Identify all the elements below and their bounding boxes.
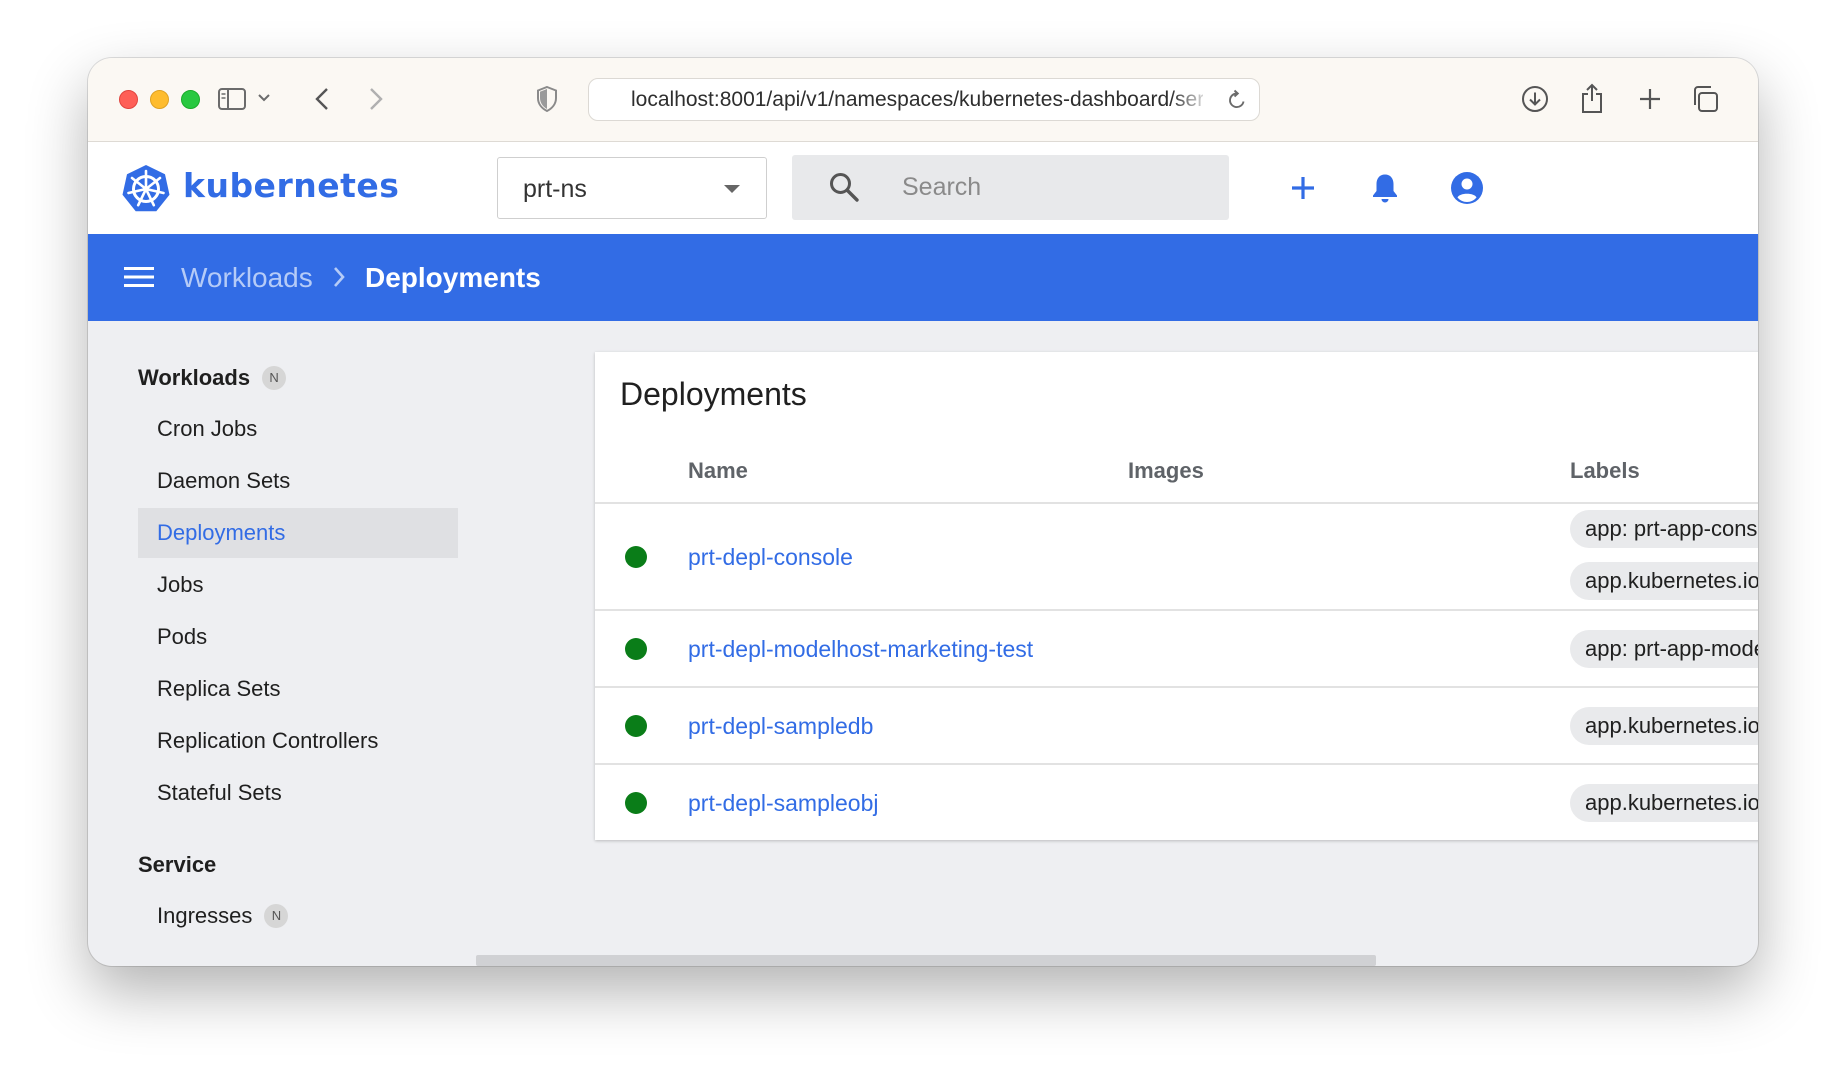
- sidebar-item-pods[interactable]: Pods: [138, 612, 458, 662]
- browser-toolbar: localhost:8001/api/v1/namespaces/kuberne…: [88, 58, 1758, 142]
- status-ok-icon: [625, 546, 647, 568]
- status-ok-icon: [625, 792, 647, 814]
- url-text: localhost:8001/api/v1/namespaces/kuberne…: [631, 88, 1203, 111]
- create-resource-button[interactable]: [1281, 166, 1325, 210]
- sidebar-item-replica-sets[interactable]: Replica Sets: [138, 664, 458, 714]
- forward-icon[interactable]: [364, 84, 388, 114]
- brand-name[interactable]: kubernetes: [183, 166, 399, 205]
- breadcrumb-workloads[interactable]: Workloads: [181, 234, 313, 321]
- search-input[interactable]: [902, 155, 1202, 220]
- sidebar-item-cron-jobs[interactable]: Cron Jobs: [138, 404, 458, 454]
- breadcrumb-current: Deployments: [365, 262, 541, 293]
- deployment-link[interactable]: prt-depl-sampledb: [688, 713, 873, 740]
- table-row: prt-depl-sampledb app.kubernetes.io/mana…: [595, 688, 1758, 765]
- nav-heading-service[interactable]: Service: [138, 852, 216, 878]
- share-icon[interactable]: [1576, 79, 1608, 117]
- label-chip: app.kubernetes.io/managed-by: Helm: [1570, 707, 1758, 745]
- card-title: Deployments: [620, 376, 807, 412]
- search-icon: [828, 171, 860, 208]
- minimize-window-button[interactable]: [150, 90, 169, 109]
- notifications-button[interactable]: [1363, 166, 1407, 210]
- table-row: prt-depl-modelhost-marketing-test app: p…: [595, 611, 1758, 688]
- deployment-link[interactable]: prt-depl-sampleobj: [688, 790, 878, 817]
- label-chip: app.kubernetes.io/managed-by: Helm: [1570, 784, 1758, 822]
- user-account-button[interactable]: [1445, 166, 1489, 210]
- label-chip: app: prt-app-console: [1570, 510, 1758, 548]
- sidebar-item-ingresses[interactable]: Ingresses N: [138, 891, 458, 941]
- column-header-labels: Labels: [1570, 458, 1640, 483]
- label-chip: app: prt-app-modelhost-marketing-test: [1570, 630, 1758, 668]
- sidebar-item-jobs[interactable]: Jobs: [138, 560, 458, 610]
- column-header-name[interactable]: Name: [688, 458, 748, 484]
- deployment-link[interactable]: prt-depl-modelhost-marketing-test: [688, 636, 1033, 663]
- sidebar-item-replication-controllers[interactable]: Replication Controllers: [138, 716, 458, 766]
- new-tab-icon[interactable]: [1634, 83, 1666, 115]
- menu-icon[interactable]: [124, 265, 154, 294]
- privacy-shield-icon[interactable]: [534, 84, 560, 114]
- deployment-link[interactable]: prt-depl-console: [688, 544, 853, 571]
- sidebar-item-stateful-sets[interactable]: Stateful Sets: [138, 768, 458, 818]
- namespace-value: prt-ns: [523, 175, 587, 203]
- column-header-images: Images: [1128, 458, 1204, 483]
- sidebar-item-deployments[interactable]: Deployments: [138, 508, 458, 558]
- sidebar-item-label: Ingresses: [157, 903, 253, 928]
- app-header: kubernetes prt-ns: [88, 142, 1758, 234]
- back-icon[interactable]: [310, 84, 334, 114]
- nav-heading-label: Service: [138, 852, 217, 877]
- dropdown-arrow-icon: [724, 185, 740, 193]
- downloads-icon[interactable]: [1518, 82, 1552, 116]
- table-row: prt-depl-sampleobj app.kubernetes.io/man…: [595, 765, 1758, 840]
- account-icon: [1451, 172, 1483, 204]
- bell-icon: [1373, 174, 1397, 203]
- sidebar-item-daemon-sets[interactable]: Daemon Sets: [138, 456, 458, 506]
- status-ok-icon: [625, 715, 647, 737]
- kubernetes-logo-icon[interactable]: [122, 164, 170, 217]
- address-bar[interactable]: localhost:8001/api/v1/namespaces/kuberne…: [588, 78, 1260, 121]
- new-badge: N: [262, 366, 287, 390]
- tab-overview-icon[interactable]: [1688, 82, 1722, 116]
- close-window-button[interactable]: [119, 90, 138, 109]
- horizontal-scrollbar[interactable]: [476, 955, 1376, 966]
- browser-window: localhost:8001/api/v1/namespaces/kuberne…: [88, 58, 1758, 966]
- reload-icon[interactable]: [1227, 89, 1247, 116]
- sidebar-toggle-icon[interactable]: [216, 81, 248, 117]
- status-ok-icon: [625, 638, 647, 660]
- deployments-card: Deployments Name Images Labels prt-depl-…: [595, 352, 1758, 840]
- namespace-selector[interactable]: prt-ns: [497, 157, 767, 219]
- nav-heading-label: Workloads: [138, 365, 251, 390]
- nav-heading-workloads[interactable]: Workloads N: [138, 365, 287, 391]
- zoom-window-button[interactable]: [181, 90, 200, 109]
- search-bar: [792, 155, 1229, 220]
- side-nav: Workloads N Cron Jobs Daemon Sets Deploy…: [88, 321, 508, 966]
- add-icon: [1292, 177, 1314, 199]
- label-chip: app.kubernetes.io/managed-by: Helm: [1570, 562, 1758, 600]
- chevron-down-icon[interactable]: [254, 88, 274, 108]
- new-badge: N: [264, 904, 289, 928]
- table-row: prt-depl-console app: prt-app-console ap…: [595, 504, 1758, 611]
- chevron-right-icon: [332, 265, 346, 294]
- breadcrumb-bar: Workloads Deployments: [88, 234, 1758, 321]
